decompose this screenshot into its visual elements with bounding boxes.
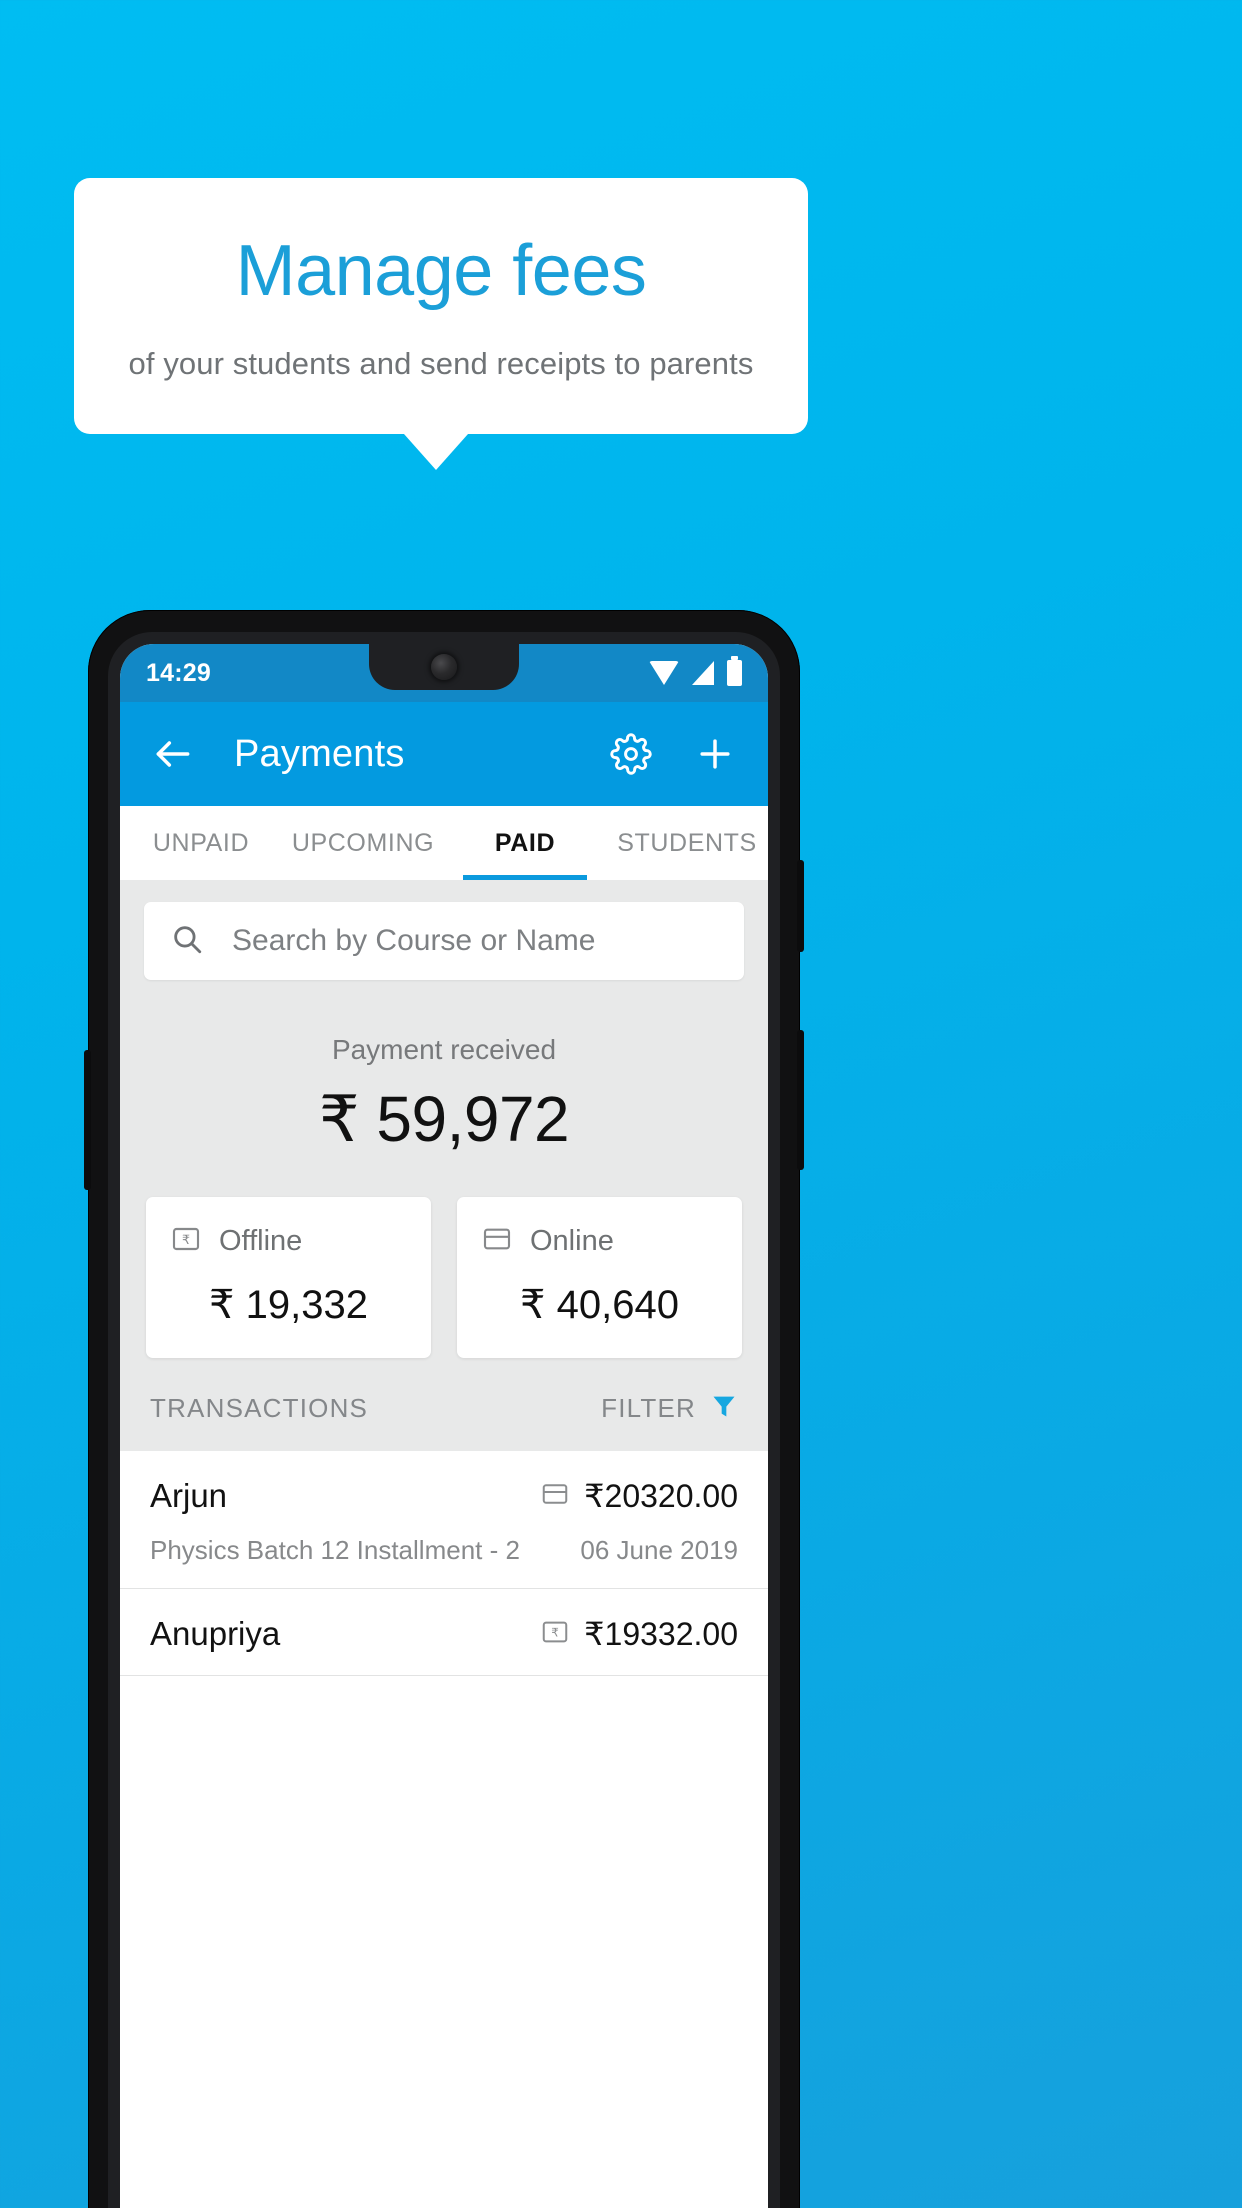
search-section: Search by Course or Name: [120, 880, 768, 998]
front-camera: [431, 654, 457, 680]
battery-icon: [727, 656, 742, 686]
transaction-date: 06 June 2019: [580, 1535, 738, 1565]
phone-screen: 14:29 Payments UNPAID UPCOMING PAID STUD…: [120, 644, 768, 2208]
tab-paid[interactable]: PAID: [444, 806, 606, 880]
status-time: 14:29: [146, 658, 211, 687]
screen-content: Search by Course or Name Payment receive…: [120, 880, 768, 1676]
online-value: ₹ 40,640: [520, 1283, 679, 1327]
volume-button-left[interactable]: [84, 1050, 91, 1190]
search-placeholder: Search by Course or Name: [232, 924, 596, 957]
transaction-list: Arjun ₹20320.00 Physics Batch 12 Install…: [120, 1451, 768, 1676]
svg-text:₹: ₹: [551, 1625, 559, 1639]
app-bar-actions: [606, 729, 740, 779]
callout-tail: [404, 433, 468, 470]
arrow-left-icon[interactable]: [148, 729, 198, 779]
filter-button[interactable]: FILTER: [601, 1392, 738, 1425]
wifi-icon: [649, 661, 679, 685]
volume-button-right[interactable]: [797, 1030, 804, 1170]
rupee-note-icon: ₹: [540, 1617, 570, 1652]
hero-subtitle: of your students and send receipts to pa…: [128, 345, 754, 381]
status-icons: [649, 656, 742, 686]
phone-device: 14:29 Payments UNPAID UPCOMING PAID STUD…: [84, 610, 804, 2208]
plus-icon[interactable]: [690, 729, 740, 779]
hero-title: Manage fees: [235, 231, 647, 311]
transaction-main: Arjun ₹20320.00: [150, 1477, 738, 1515]
filter-label: FILTER: [601, 1393, 696, 1423]
hero-callout-body: Manage fees of your students and send re…: [74, 178, 808, 434]
transaction-main: Anupriya ₹ ₹19332.00: [150, 1615, 738, 1653]
signal-icon: [692, 661, 714, 685]
tab-upcoming[interactable]: UPCOMING: [282, 806, 444, 880]
search-icon: [170, 922, 204, 961]
table-row[interactable]: Arjun ₹20320.00 Physics Batch 12 Install…: [120, 1451, 768, 1589]
transaction-name: Anupriya: [150, 1615, 281, 1652]
transactions-label: TRANSACTIONS: [150, 1393, 369, 1423]
transactions-header: TRANSACTIONS FILTER: [120, 1358, 768, 1451]
tab-unpaid[interactable]: UNPAID: [120, 806, 282, 880]
credit-card-icon: [540, 1479, 570, 1514]
svg-text:₹: ₹: [182, 1232, 190, 1247]
transaction-amount-wrap: ₹20320.00: [540, 1477, 738, 1515]
payment-summary: Payment received ₹ 59,972: [120, 998, 768, 1167]
search-input[interactable]: Search by Course or Name: [144, 902, 744, 980]
online-card[interactable]: Online ₹ 40,640: [457, 1197, 742, 1358]
transaction-amount: ₹19332.00: [584, 1616, 738, 1652]
transaction-description: Physics Batch 12 Installment - 2: [150, 1535, 520, 1565]
offline-label: Offline: [219, 1225, 303, 1257]
funnel-icon: [710, 1392, 738, 1425]
rupee-note-icon: ₹: [170, 1223, 202, 1260]
gear-icon[interactable]: [606, 729, 656, 779]
summary-amount: ₹ 59,972: [318, 1083, 570, 1155]
online-label: Online: [530, 1225, 614, 1257]
hero-callout: Manage fees of your students and send re…: [74, 178, 808, 470]
tab-bar: UNPAID UPCOMING PAID STUDENTS: [120, 806, 768, 880]
online-card-head: Online: [481, 1223, 718, 1260]
split-cards: ₹ Offline ₹ 19,332 Online ₹ 40,640: [120, 1167, 768, 1358]
offline-card-head: ₹ Offline: [170, 1223, 407, 1260]
transaction-meta: Physics Batch 12 Installment - 2 06 June…: [150, 1535, 738, 1566]
summary-label: Payment received: [331, 1034, 557, 1065]
offline-card[interactable]: ₹ Offline ₹ 19,332: [146, 1197, 431, 1358]
offline-value: ₹ 19,332: [209, 1283, 368, 1327]
page-title: Payments: [234, 732, 405, 775]
power-button[interactable]: [797, 860, 804, 952]
app-bar: Payments: [120, 702, 768, 806]
transaction-name: Arjun: [150, 1477, 228, 1514]
transaction-amount-wrap: ₹ ₹19332.00: [540, 1615, 738, 1653]
tab-students[interactable]: STUDENTS: [606, 806, 768, 880]
credit-card-icon: [481, 1223, 513, 1260]
transaction-amount: ₹20320.00: [584, 1478, 738, 1514]
table-row[interactable]: Anupriya ₹ ₹19332.00: [120, 1589, 768, 1676]
